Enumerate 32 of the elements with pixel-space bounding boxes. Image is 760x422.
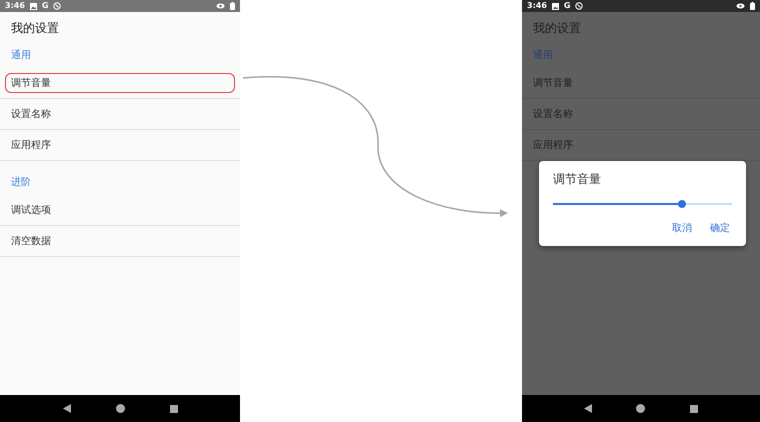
back-icon[interactable] — [62, 404, 70, 413]
image-icon — [552, 2, 559, 10]
home-icon[interactable] — [636, 404, 646, 413]
status-time: 3:46 — [5, 2, 25, 10]
screen-title: 我的设置 — [10, 20, 60, 37]
section-header: 进阶 — [11, 176, 31, 189]
setting-item[interactable]: 设置名称 — [5, 104, 235, 124]
eye-icon — [216, 3, 225, 9]
recents-icon[interactable] — [170, 404, 178, 412]
dialog-button[interactable]: 确定 — [708, 219, 732, 237]
back-icon[interactable] — [584, 404, 592, 413]
dialog-button[interactable]: 取消 — [670, 219, 694, 237]
highlighted-setting-item[interactable]: 调节音量 — [5, 73, 235, 93]
status-time: 3:46 — [527, 2, 547, 10]
section-header: 通用 — [11, 48, 31, 62]
setting-item[interactable]: 调试选项 — [5, 200, 235, 220]
screen-title: 我的设置 — [532, 20, 582, 37]
image-icon — [30, 2, 37, 10]
battery-icon — [230, 2, 235, 10]
circle-icon — [575, 2, 584, 10]
notification-letter: G — [42, 2, 48, 10]
section-header: 通用 — [533, 48, 553, 62]
home-icon[interactable] — [116, 404, 124, 413]
eye-icon — [736, 3, 745, 9]
circle-icon — [53, 2, 62, 10]
battery-icon — [750, 2, 755, 10]
recents-icon[interactable] — [690, 404, 698, 412]
setting-item[interactable]: 清空数据 — [5, 231, 235, 251]
slider-thumb[interactable] — [678, 200, 686, 208]
setting-item[interactable]: 应用程序 — [5, 135, 235, 155]
notification-letter: G — [564, 2, 570, 10]
dialog-title: 调节音量 — [553, 171, 602, 188]
